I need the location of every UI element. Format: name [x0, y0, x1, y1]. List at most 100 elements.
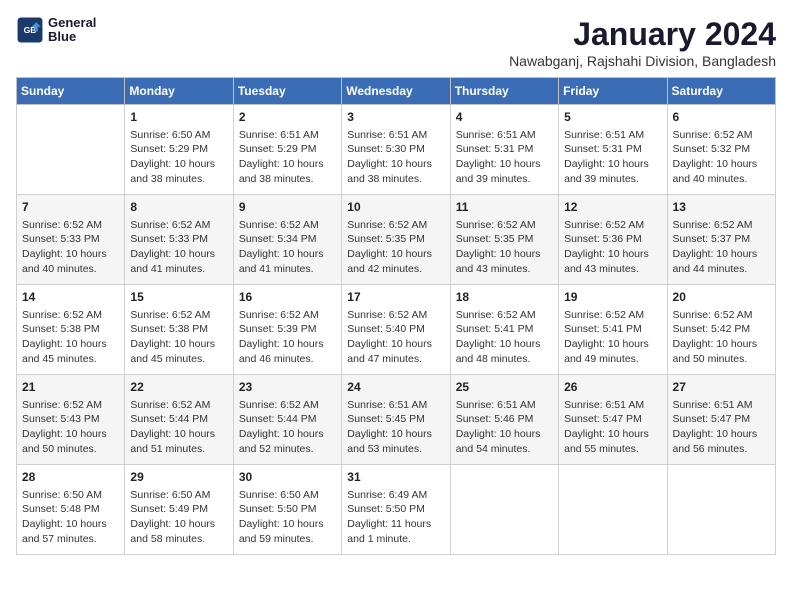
day-number: 5	[564, 109, 661, 126]
calendar-cell: 30Sunrise: 6:50 AM Sunset: 5:50 PM Dayli…	[233, 465, 341, 555]
calendar-week-5: 28Sunrise: 6:50 AM Sunset: 5:48 PM Dayli…	[17, 465, 776, 555]
day-info: Sunrise: 6:51 AM Sunset: 5:31 PM Dayligh…	[456, 128, 553, 187]
day-number: 31	[347, 469, 444, 486]
calendar-cell: 31 Sunrise: 6:49 AM Sunset: 5:50 PM Dayli…	[342, 465, 450, 555]
day-number: 23	[239, 379, 336, 396]
calendar-week-4: 21Sunrise: 6:52 AM Sunset: 5:43 PM Dayli…	[17, 375, 776, 465]
calendar-week-2: 7 Sunrise: 6:52 AM Sunset: 5:33 PM Daylig…	[17, 195, 776, 285]
header-day-monday: Monday	[125, 78, 233, 105]
day-info: Sunrise: 6:51 AM Sunset: 5:47 PM Dayligh…	[564, 398, 661, 457]
day-number: 27	[673, 379, 770, 396]
calendar-cell: 18Sunrise: 6:52 AM Sunset: 5:41 PM Dayli…	[450, 285, 558, 375]
day-info: Sunrise: 6:52 AM Sunset: 5:43 PM Dayligh…	[22, 398, 119, 457]
calendar-cell: 11Sunrise: 6:52 AM Sunset: 5:35 PM Dayli…	[450, 195, 558, 285]
day-info: Sunrise: 6:52 AM Sunset: 5:33 PM Dayligh…	[22, 218, 119, 277]
logo: GB General Blue	[16, 16, 96, 45]
calendar-cell	[559, 465, 667, 555]
calendar-cell: 28Sunrise: 6:50 AM Sunset: 5:48 PM Dayli…	[17, 465, 125, 555]
day-number: 16	[239, 289, 336, 306]
calendar-cell: 26 Sunrise: 6:51 AM Sunset: 5:47 PM Dayli…	[559, 375, 667, 465]
day-number: 6	[673, 109, 770, 126]
day-number: 1	[130, 109, 227, 126]
day-info: Sunrise: 6:52 AM Sunset: 5:41 PM Dayligh…	[564, 308, 661, 367]
calendar-cell: 23 Sunrise: 6:52 AM Sunset: 5:44 PM Dayli…	[233, 375, 341, 465]
day-info: Sunrise: 6:52 AM Sunset: 5:38 PM Dayligh…	[22, 308, 119, 367]
calendar-week-3: 14 Sunrise: 6:52 AM Sunset: 5:38 PM Dayli…	[17, 285, 776, 375]
day-number: 4	[456, 109, 553, 126]
header-day-wednesday: Wednesday	[342, 78, 450, 105]
calendar-week-1: 1 Sunrise: 6:50 AM Sunset: 5:29 PM Daylig…	[17, 105, 776, 195]
day-info: Sunrise: 6:50 AM Sunset: 5:50 PM Dayligh…	[239, 488, 336, 547]
day-info: Sunrise: 6:52 AM Sunset: 5:44 PM Dayligh…	[239, 398, 336, 457]
day-info: Sunrise: 6:50 AM Sunset: 5:48 PM Dayligh…	[22, 488, 119, 547]
day-info: Sunrise: 6:52 AM Sunset: 5:33 PM Dayligh…	[130, 218, 227, 277]
calendar-cell: 3 Sunrise: 6:51 AM Sunset: 5:30 PM Daylig…	[342, 105, 450, 195]
calendar-cell: 19 Sunrise: 6:52 AM Sunset: 5:41 PM Dayli…	[559, 285, 667, 375]
day-info: Sunrise: 6:52 AM Sunset: 5:36 PM Dayligh…	[564, 218, 661, 277]
day-info: Sunrise: 6:51 AM Sunset: 5:47 PM Dayligh…	[673, 398, 770, 457]
title-block: January 2024 Nawabganj, Rajshahi Divisio…	[509, 16, 776, 69]
calendar-cell: 7 Sunrise: 6:52 AM Sunset: 5:33 PM Daylig…	[17, 195, 125, 285]
calendar-cell	[17, 105, 125, 195]
day-number: 18	[456, 289, 553, 306]
day-number: 13	[673, 199, 770, 216]
day-info: Sunrise: 6:52 AM Sunset: 5:39 PM Dayligh…	[239, 308, 336, 367]
calendar-cell: 2 Sunrise: 6:51 AM Sunset: 5:29 PM Daylig…	[233, 105, 341, 195]
day-number: 25	[456, 379, 553, 396]
day-info: Sunrise: 6:50 AM Sunset: 5:29 PM Dayligh…	[130, 128, 227, 187]
day-number: 8	[130, 199, 227, 216]
day-info: Sunrise: 6:52 AM Sunset: 5:37 PM Dayligh…	[673, 218, 770, 277]
day-number: 12	[564, 199, 661, 216]
calendar-cell: 20 Sunrise: 6:52 AM Sunset: 5:42 PM Dayli…	[667, 285, 775, 375]
page-subtitle: Nawabganj, Rajshahi Division, Bangladesh	[509, 53, 776, 69]
day-info: Sunrise: 6:51 AM Sunset: 5:46 PM Dayligh…	[456, 398, 553, 457]
calendar-cell: 10Sunrise: 6:52 AM Sunset: 5:35 PM Dayli…	[342, 195, 450, 285]
day-info: Sunrise: 6:52 AM Sunset: 5:34 PM Dayligh…	[239, 218, 336, 277]
header-day-thursday: Thursday	[450, 78, 558, 105]
calendar-header-row: SundayMondayTuesdayWednesdayThursdayFrid…	[17, 78, 776, 105]
day-number: 22	[130, 379, 227, 396]
day-number: 26	[564, 379, 661, 396]
calendar-cell: 21Sunrise: 6:52 AM Sunset: 5:43 PM Dayli…	[17, 375, 125, 465]
calendar-cell: 1 Sunrise: 6:50 AM Sunset: 5:29 PM Daylig…	[125, 105, 233, 195]
day-number: 14	[22, 289, 119, 306]
calendar-cell: 6 Sunrise: 6:52 AM Sunset: 5:32 PM Daylig…	[667, 105, 775, 195]
calendar-cell: 27 Sunrise: 6:51 AM Sunset: 5:47 PM Dayli…	[667, 375, 775, 465]
logo-icon: GB	[16, 16, 44, 44]
calendar-cell: 9 Sunrise: 6:52 AM Sunset: 5:34 PM Daylig…	[233, 195, 341, 285]
header-day-friday: Friday	[559, 78, 667, 105]
day-number: 2	[239, 109, 336, 126]
day-info: Sunrise: 6:52 AM Sunset: 5:38 PM Dayligh…	[130, 308, 227, 367]
day-info: Sunrise: 6:51 AM Sunset: 5:31 PM Dayligh…	[564, 128, 661, 187]
day-info: Sunrise: 6:51 AM Sunset: 5:30 PM Dayligh…	[347, 128, 444, 187]
header-day-sunday: Sunday	[17, 78, 125, 105]
day-info: Sunrise: 6:52 AM Sunset: 5:44 PM Dayligh…	[130, 398, 227, 457]
calendar-cell: 24 Sunrise: 6:51 AM Sunset: 5:45 PM Dayli…	[342, 375, 450, 465]
calendar-cell: 22 Sunrise: 6:52 AM Sunset: 5:44 PM Dayli…	[125, 375, 233, 465]
calendar-cell: 25 Sunrise: 6:51 AM Sunset: 5:46 PM Dayli…	[450, 375, 558, 465]
calendar-cell: 8 Sunrise: 6:52 AM Sunset: 5:33 PM Daylig…	[125, 195, 233, 285]
calendar-cell: 29 Sunrise: 6:50 AM Sunset: 5:49 PM Dayli…	[125, 465, 233, 555]
calendar-cell: 12 Sunrise: 6:52 AM Sunset: 5:36 PM Dayli…	[559, 195, 667, 285]
day-number: 11	[456, 199, 553, 216]
day-info: Sunrise: 6:49 AM Sunset: 5:50 PM Dayligh…	[347, 488, 444, 547]
day-number: 19	[564, 289, 661, 306]
day-number: 15	[130, 289, 227, 306]
day-info: Sunrise: 6:51 AM Sunset: 5:45 PM Dayligh…	[347, 398, 444, 457]
day-info: Sunrise: 6:52 AM Sunset: 5:32 PM Dayligh…	[673, 128, 770, 187]
day-info: Sunrise: 6:52 AM Sunset: 5:40 PM Dayligh…	[347, 308, 444, 367]
header-day-saturday: Saturday	[667, 78, 775, 105]
day-info: Sunrise: 6:50 AM Sunset: 5:49 PM Dayligh…	[130, 488, 227, 547]
day-info: Sunrise: 6:52 AM Sunset: 5:35 PM Dayligh…	[347, 218, 444, 277]
day-number: 7	[22, 199, 119, 216]
day-info: Sunrise: 6:52 AM Sunset: 5:42 PM Dayligh…	[673, 308, 770, 367]
day-number: 9	[239, 199, 336, 216]
day-number: 20	[673, 289, 770, 306]
day-number: 3	[347, 109, 444, 126]
calendar-cell	[667, 465, 775, 555]
day-number: 24	[347, 379, 444, 396]
calendar-cell: 4 Sunrise: 6:51 AM Sunset: 5:31 PM Daylig…	[450, 105, 558, 195]
day-number: 29	[130, 469, 227, 486]
day-info: Sunrise: 6:51 AM Sunset: 5:29 PM Dayligh…	[239, 128, 336, 187]
calendar-cell	[450, 465, 558, 555]
